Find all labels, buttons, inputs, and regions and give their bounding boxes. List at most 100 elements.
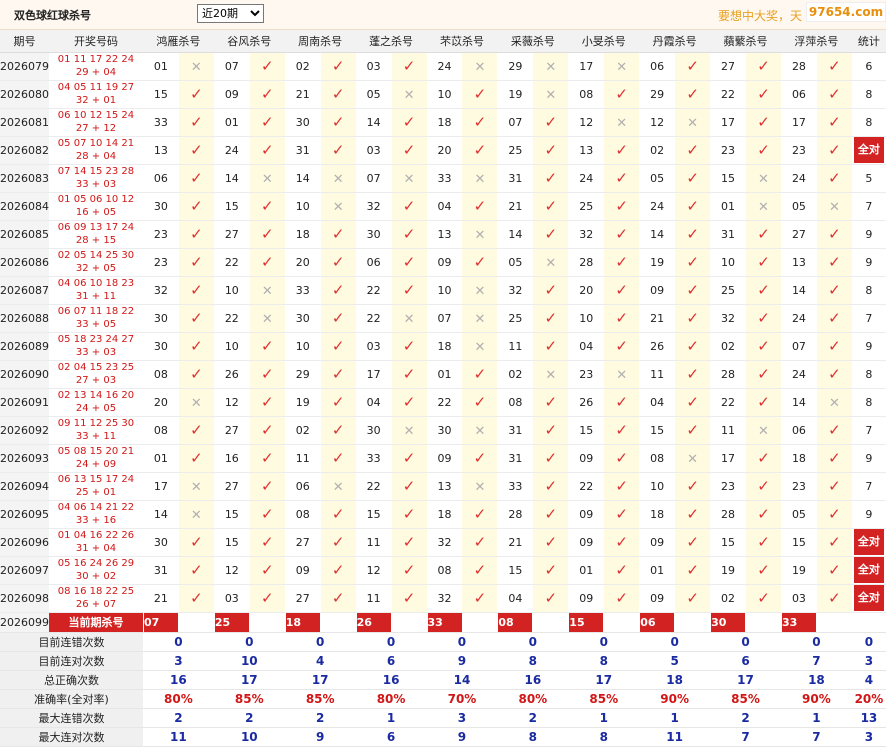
kill-number: 15 — [710, 528, 747, 557]
stats-value: 7 — [710, 727, 781, 747]
header-expert[interactable]: 浮萍杀号 — [780, 30, 852, 53]
kill-number: 11 — [639, 360, 676, 389]
result-mark: ✓ — [604, 304, 640, 333]
draw-main-numbers: 02 13 14 16 20 — [57, 390, 135, 401]
draw-numbers: 04 06 14 21 22 33 + 16 — [49, 500, 143, 529]
kill-number: 19 — [780, 556, 817, 585]
header-expert[interactable]: 小旻杀号 — [568, 30, 640, 53]
result-mark: ✕ — [462, 304, 498, 333]
check-icon: ✓ — [757, 85, 770, 103]
stats-value: 14 — [426, 670, 498, 690]
cross-icon: ✕ — [474, 424, 486, 439]
result-mark: ✓ — [249, 248, 285, 277]
draw-main-numbers: 01 05 06 10 12 — [57, 194, 135, 205]
kill-number: 05 — [639, 164, 676, 193]
result-mark: ✓ — [604, 556, 640, 585]
result-mark: ✓ — [746, 276, 781, 305]
kill-number: 02 — [284, 416, 321, 445]
stats-value: 6 — [355, 727, 427, 747]
result-mark: ✓ — [249, 332, 285, 361]
draw-numbers: 06 13 15 17 24 25 + 01 — [49, 472, 143, 501]
kill-number: 32 — [426, 584, 463, 613]
result-mark: ✓ — [391, 220, 427, 249]
cross-icon: ✕ — [545, 368, 557, 383]
check-icon: ✓ — [757, 589, 770, 607]
table-row: 2026090 02 04 15 23 25 27 + 03 08 ✓ 26 ✓ 29 ✓ 17 ✓… — [0, 360, 886, 389]
header-expert[interactable]: 芣苡杀号 — [426, 30, 498, 53]
check-icon: ✓ — [260, 85, 274, 103]
kill-number: 07 — [355, 164, 392, 193]
result-mark: ✓ — [391, 584, 427, 613]
header-expert[interactable]: 丹霞杀号 — [639, 30, 711, 53]
result-mark: ✓ — [604, 136, 640, 165]
kill-number: 04 — [568, 332, 605, 361]
check-icon: ✓ — [544, 561, 558, 579]
stats-row: 总正确次数 16 17 17 16 14 16 17 18 17 18 4 — [0, 670, 886, 690]
check-icon: ✓ — [402, 589, 416, 607]
stats-value: 3 — [142, 651, 214, 671]
kill-number: 14 — [142, 500, 179, 529]
table-row: 2026095 04 06 14 21 22 33 + 16 14 ✕ 15 ✓ 08 ✓ 15 ✓… — [0, 500, 886, 529]
result-mark: ✕ — [391, 304, 427, 333]
stats-value: 6 — [710, 651, 781, 671]
result-mark: ✓ — [533, 220, 569, 249]
header-expert[interactable]: 周南杀号 — [284, 30, 356, 53]
header-expert[interactable]: 采薇杀号 — [497, 30, 569, 53]
header-period: 期号 — [0, 30, 49, 53]
check-icon: ✓ — [544, 281, 558, 299]
draw-extra-numbers: 28 + 04 — [75, 151, 117, 162]
table-row: 2026079 01 11 17 22 24 29 + 04 01 ✕ 07 ✓ 02 ✓ 03 ✓… — [0, 52, 886, 81]
result-mark: ✓ — [746, 248, 781, 277]
result-mark: ✕ — [249, 276, 285, 305]
count-cell: 8 — [851, 388, 886, 417]
period-range-select[interactable]: 近20期 — [197, 4, 264, 23]
cross-icon: ✕ — [474, 312, 486, 327]
result-mark: ✓ — [746, 52, 781, 81]
result-mark: ✓ — [675, 388, 711, 417]
count-cell: 全对 — [851, 556, 886, 585]
kill-number: 02 — [710, 332, 747, 361]
result-mark: ✓ — [675, 220, 711, 249]
draw-extra-numbers: 31 + 11 — [75, 291, 117, 302]
result-mark: ✓ — [249, 192, 285, 221]
check-icon: ✓ — [615, 533, 628, 551]
kill-number: 30 — [142, 304, 179, 333]
check-icon: ✓ — [190, 253, 203, 271]
check-icon: ✓ — [473, 505, 487, 523]
period-cell: 2026091 — [0, 388, 49, 417]
draw-main-numbers: 09 11 12 25 30 — [57, 418, 135, 429]
kill-number: 03 — [355, 136, 392, 165]
check-icon: ✓ — [686, 337, 699, 355]
check-icon: ✓ — [190, 85, 203, 103]
result-mark: ✓ — [178, 192, 214, 221]
result-mark: ✓ — [816, 472, 852, 501]
header-expert[interactable]: 鸿雁杀号 — [142, 30, 214, 53]
kill-number: 07 — [213, 52, 250, 81]
cross-icon: ✕ — [474, 172, 486, 187]
check-icon: ✓ — [260, 421, 274, 439]
kill-number: 18 — [426, 332, 463, 361]
stats-value: 0 — [639, 632, 711, 652]
kill-number: 21 — [497, 528, 534, 557]
cross-icon: ✕ — [190, 508, 202, 523]
header-expert[interactable]: 蘋蘩杀号 — [710, 30, 781, 53]
check-icon: ✓ — [544, 197, 558, 215]
stats-value: 85% — [284, 689, 356, 709]
current-kill-cell: 18 — [284, 612, 356, 633]
kill-number: 31 — [284, 136, 321, 165]
count-cell: 9 — [851, 444, 886, 473]
result-mark: ✓ — [604, 444, 640, 473]
result-mark: ✕ — [391, 164, 427, 193]
check-icon: ✓ — [473, 113, 487, 131]
header-expert[interactable]: 谷风杀号 — [213, 30, 285, 53]
count-cell: 全对 — [851, 528, 886, 557]
result-mark: ✓ — [178, 136, 214, 165]
period-cell: 2026084 — [0, 192, 49, 221]
kill-number: 29 — [497, 52, 534, 81]
header-expert[interactable]: 蓬之杀号 — [355, 30, 427, 53]
kill-number: 22 — [426, 388, 463, 417]
kill-number: 15 — [213, 500, 250, 529]
kill-number: 10 — [568, 304, 605, 333]
kill-number: 23 — [780, 472, 817, 501]
result-mark: ✓ — [178, 248, 214, 277]
